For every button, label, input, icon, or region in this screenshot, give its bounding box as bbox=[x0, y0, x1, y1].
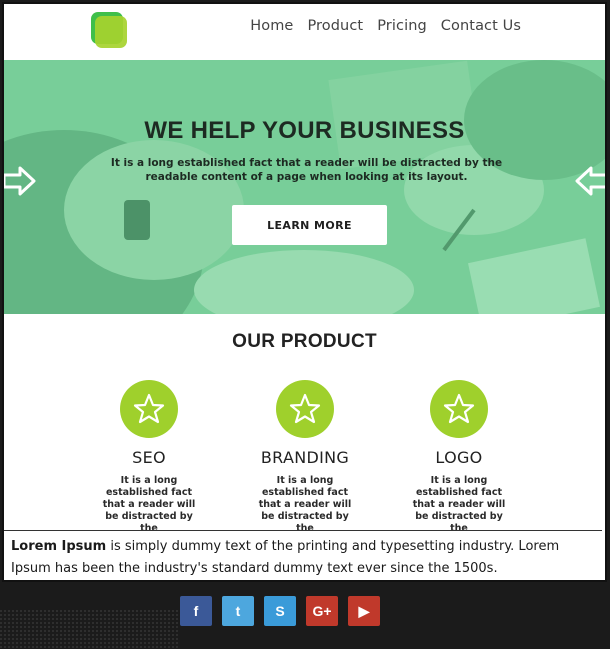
product-name: SEO bbox=[132, 448, 166, 467]
carousel-prev-arrow-icon[interactable] bbox=[4, 166, 38, 196]
product-name: LOGO bbox=[435, 448, 483, 467]
social-links: f t S G+ ▶ bbox=[180, 596, 380, 626]
nav-product[interactable]: Product bbox=[307, 18, 363, 34]
logo[interactable] bbox=[91, 12, 127, 48]
lorem-bold: Lorem Ipsum bbox=[11, 539, 107, 554]
google-plus-icon[interactable]: G+ bbox=[306, 596, 338, 626]
youtube-icon[interactable]: ▶ bbox=[348, 596, 380, 626]
product-description: It is a long established fact that a rea… bbox=[102, 475, 196, 534]
star-icon bbox=[430, 380, 488, 438]
hero-title: WE HELP YOUR BUSINESS bbox=[144, 117, 465, 144]
page-frame: Home Product Pricing Contact Us WE HELP … bbox=[2, 2, 607, 582]
star-icon bbox=[276, 380, 334, 438]
hero-green-overlay bbox=[4, 60, 605, 314]
hero-banner: WE HELP YOUR BUSINESS It is a long estab… bbox=[4, 60, 605, 314]
product-card-logo[interactable]: LOGO It is a long established fact that … bbox=[389, 380, 529, 535]
hero-subtitle: It is a long established fact that a rea… bbox=[110, 157, 503, 183]
star-icon bbox=[120, 380, 178, 438]
carousel-next-arrow-icon[interactable] bbox=[573, 166, 605, 196]
nav-pricing[interactable]: Pricing bbox=[377, 18, 427, 34]
lorem-text-panel: Lorem Ipsum is simply dummy text of the … bbox=[4, 530, 602, 580]
main-nav: Home Product Pricing Contact Us bbox=[250, 18, 521, 34]
product-card-seo[interactable]: SEO It is a long established fact that a… bbox=[79, 380, 219, 535]
products-section-title: OUR PRODUCT bbox=[232, 331, 377, 352]
product-card-branding[interactable]: BRANDING It is a long established fact t… bbox=[235, 380, 375, 535]
facebook-icon[interactable]: f bbox=[180, 596, 212, 626]
nav-contact-us[interactable]: Contact Us bbox=[441, 18, 521, 34]
product-description: It is a long established fact that a rea… bbox=[412, 475, 506, 534]
product-name: BRANDING bbox=[260, 448, 350, 467]
learn-more-button[interactable]: LEARN MORE bbox=[232, 205, 387, 245]
logo-square-front bbox=[95, 16, 127, 48]
site-header: Home Product Pricing Contact Us bbox=[4, 4, 605, 60]
product-description: It is a long established fact that a rea… bbox=[258, 475, 352, 534]
twitter-icon[interactable]: t bbox=[222, 596, 254, 626]
nav-home[interactable]: Home bbox=[250, 18, 293, 34]
skype-icon[interactable]: S bbox=[264, 596, 296, 626]
